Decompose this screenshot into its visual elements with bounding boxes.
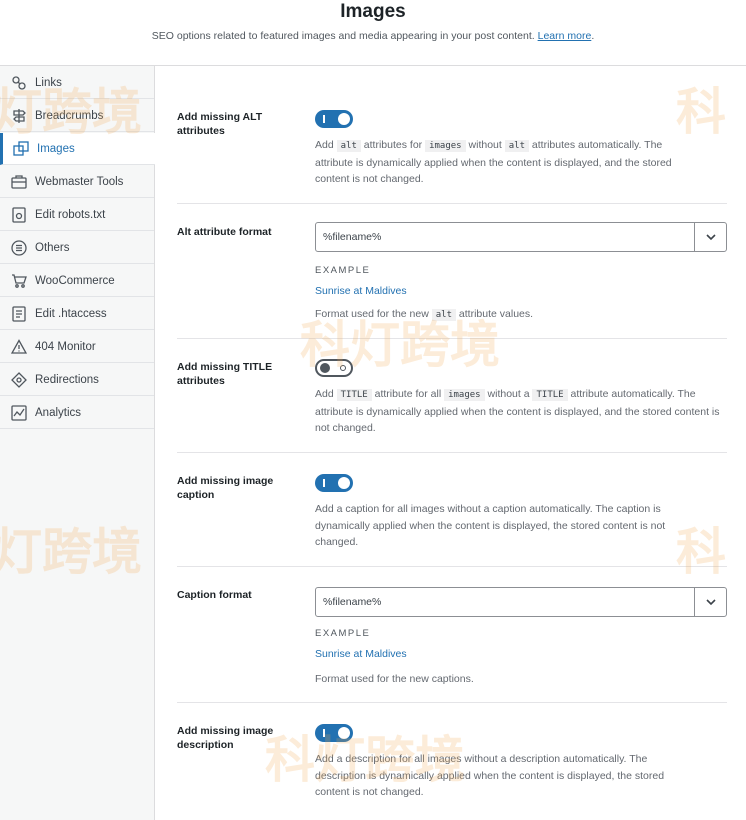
chevron-down-icon [694,588,726,616]
sidebar-item-edit-robots[interactable]: Edit robots.txt [0,199,154,231]
sidebar-item-redirections[interactable]: Redirections [0,364,154,396]
example-label: EXAMPLE [315,265,371,276]
setting-description: Format used for the new captions. [315,673,474,685]
example-value: Sunrise at Maldives [315,285,407,297]
briefcase-icon [11,174,27,190]
sidebar-item-label: Edit robots.txt [35,208,106,221]
description-toggle[interactable] [315,724,353,742]
setting-label: Add missing TITLE attributes [177,361,273,387]
warning-triangle-icon [11,338,27,355]
alt-toggle[interactable] [315,110,353,128]
setting-row-title: Add missing TITLE attributes Add TITLE a… [177,339,727,453]
setting-row-alt-format: Alt attribute format %filename% EXAMPLE … [177,204,727,339]
setting-label: Add missing image caption [177,475,274,501]
redirections-icon [11,371,27,388]
links-icon [11,75,27,91]
sidebar-item-analytics[interactable]: Analytics [0,397,154,429]
images-icon [13,140,29,157]
settings-sidebar: Links Breadcrumbs Images Webmaster Tools… [0,66,155,820]
select-value: %filename% [323,596,382,608]
sidebar-item-images[interactable]: Images [0,133,155,165]
chevron-down-icon [694,223,726,251]
title-toggle[interactable] [315,359,353,377]
setting-row-alt: Add missing ALT attributes Add alt attri… [177,88,727,204]
subtitle-text: SEO options related to featured images a… [151,30,535,42]
setting-description: Add a caption for all images without a c… [315,503,666,548]
htaccess-file-icon [11,305,27,322]
sidebar-item-label: 404 Monitor [35,340,96,353]
sidebar-item-label: Webmaster Tools [35,175,124,188]
sidebar-item-label: Images [37,142,75,155]
page-header: Images SEO options related to featured i… [0,0,746,66]
page-subtitle: SEO options related to featured images a… [0,30,746,42]
setting-row-caption-format: Caption format %filename% EXAMPLE Sunris… [177,567,727,703]
robots-file-icon [11,206,27,223]
sidebar-item-links[interactable]: Links [0,67,154,99]
cart-icon [11,273,27,289]
sidebar-item-webmaster-tools[interactable]: Webmaster Tools [0,166,154,198]
setting-description: Add alt attributes for images without al… [315,139,672,185]
others-list-icon [11,239,27,256]
breadcrumbs-icon [11,108,27,124]
setting-label: Alt attribute format [177,226,272,238]
sidebar-item-label: Analytics [35,406,82,419]
learn-more-link[interactable]: Learn more [538,30,592,42]
select-value: %filename% [323,231,382,243]
setting-label: Add missing image description [177,725,274,751]
setting-description: Add a description for all images without… [315,753,665,798]
sidebar-item-edit-htaccess[interactable]: Edit .htaccess [0,298,154,330]
sidebar-item-label: Breadcrumbs [35,109,104,122]
alt-format-select[interactable]: %filename% [315,222,727,252]
example-label: EXAMPLE [315,628,371,639]
settings-panel: Add missing ALT attributes Add alt attri… [155,66,746,820]
setting-description: Add TITLE attribute for all images witho… [315,388,720,434]
sidebar-item-breadcrumbs[interactable]: Breadcrumbs [0,100,154,132]
setting-row-caption: Add missing image caption Add a caption … [177,453,727,567]
sidebar-item-others[interactable]: Others [0,232,154,264]
sidebar-item-label: Links [35,76,62,89]
sidebar-item-woocommerce[interactable]: WooCommerce [0,265,154,297]
caption-toggle[interactable] [315,474,353,492]
sidebar-item-label: Redirections [35,373,99,386]
sidebar-item-404-monitor[interactable]: 404 Monitor [0,331,154,363]
example-value: Sunrise at Maldives [315,648,407,660]
sidebar-item-label: WooCommerce [35,274,115,287]
setting-label: Caption format [177,589,252,601]
sidebar-item-label: Others [35,241,70,254]
caption-format-select[interactable]: %filename% [315,587,727,617]
page-title: Images [340,1,406,22]
setting-label: Add missing ALT attributes [177,111,263,137]
setting-row-description: Add missing image description Add a desc… [177,703,727,820]
analytics-chart-icon [11,404,27,421]
setting-description: Format used for the new alt attribute va… [315,308,534,321]
sidebar-item-label: Edit .htaccess [35,307,107,320]
subtitle-period: . [591,30,595,42]
